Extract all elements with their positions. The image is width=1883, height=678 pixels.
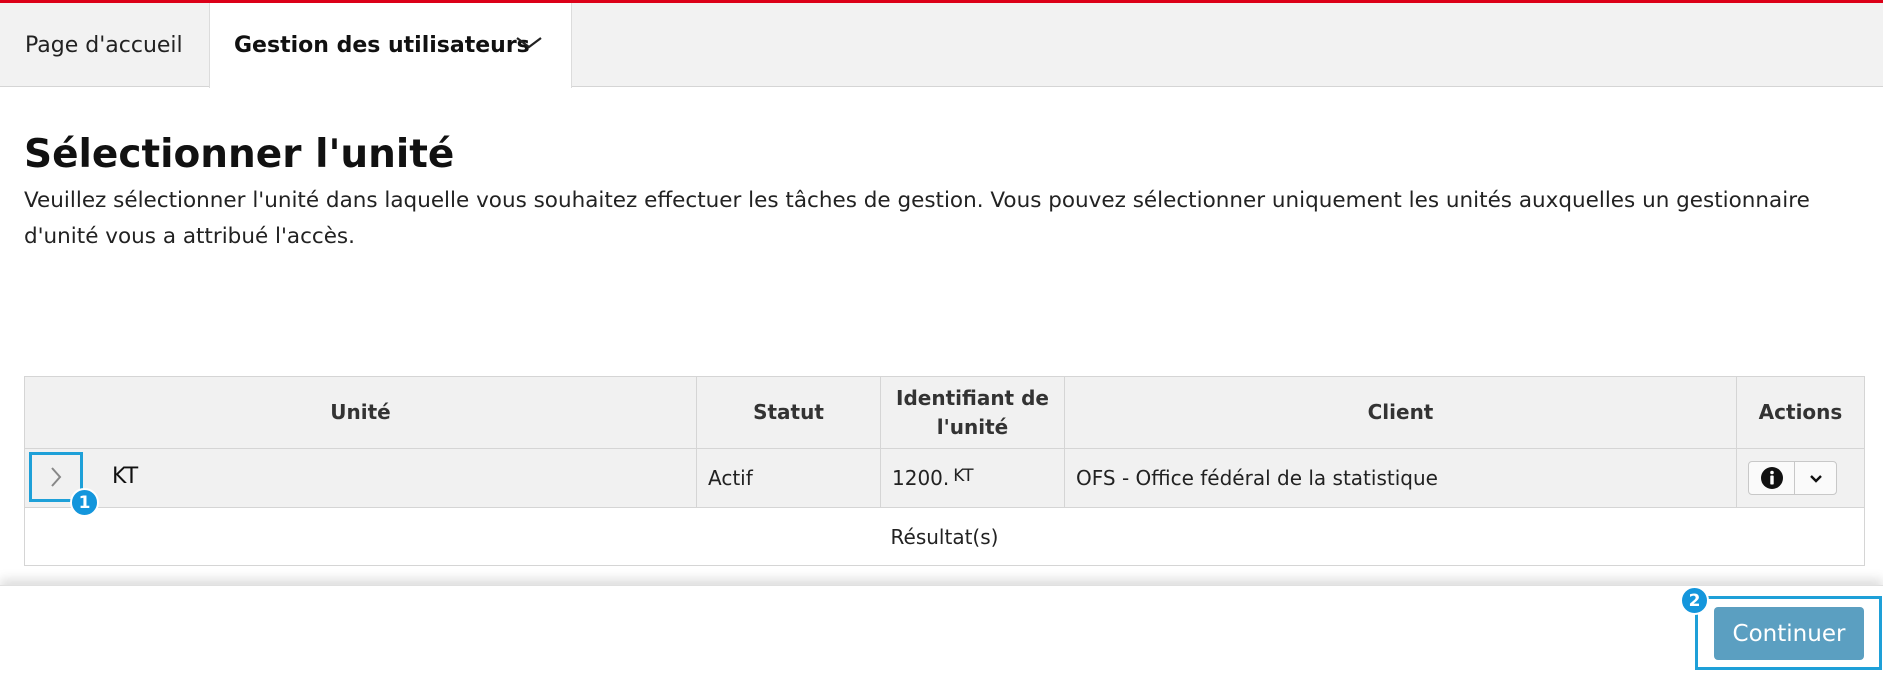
unit-id-code: KT (953, 466, 974, 486)
main-navigation: Page d'accueil Gestion des utilisateurs (0, 3, 1883, 88)
row-actions-group (1748, 461, 1837, 495)
unit-id-number: 1200. (892, 466, 950, 490)
result-count: Résultat(s) (890, 524, 999, 549)
nav-tab-home[interactable]: Page d'accueil (0, 3, 209, 87)
column-header-unit-id[interactable]: Identifiant de l'unité (880, 377, 1064, 448)
nav-tab-home-label: Page d'accueil (25, 32, 183, 58)
column-header-actions: Actions (1736, 377, 1864, 448)
table-header-row: Unité Statut Identifiant de l'unité Clie… (25, 377, 1864, 449)
cell-client: OFS - Office fédéral de la statistique (1064, 449, 1736, 507)
cell-unit-id: 1200. KT (880, 449, 1064, 507)
cell-actions (1736, 449, 1864, 507)
cell-status: Actif (696, 449, 880, 507)
page-description: Veuillez sélectionner l'unité dans laque… (24, 188, 1810, 249)
cell-unit: 1 KT (25, 449, 696, 517)
continue-highlight: Continuer (1695, 596, 1882, 670)
info-circle-icon (1760, 467, 1783, 489)
nav-tab-user-management[interactable]: Gestion des utilisateurs (209, 3, 572, 88)
units-table: Unité Statut Identifiant de l'unité Clie… (24, 376, 1865, 566)
table-row[interactable]: 1 KT Actif 1200. KT OFS - Office fédéral… (25, 449, 1864, 517)
info-button[interactable] (1749, 462, 1795, 494)
column-header-unit[interactable]: Unité (25, 377, 696, 448)
chevron-down-icon (1809, 474, 1822, 483)
chevron-right-icon (51, 467, 62, 487)
footer-bar: Continuer 2 (0, 585, 1883, 678)
unit-name: KT (112, 464, 139, 489)
nav-tab-user-management-label: Gestion des utilisateurs (234, 33, 530, 58)
actions-dropdown-button[interactable] (1795, 462, 1836, 494)
annotation-badge-2: 2 (1680, 586, 1709, 615)
column-header-status[interactable]: Statut (696, 377, 880, 448)
chevron-down-icon (516, 37, 542, 49)
continue-button[interactable]: Continuer (1714, 607, 1864, 660)
column-header-client[interactable]: Client (1064, 377, 1736, 448)
page-title: Sélectionner l'unité (24, 132, 455, 177)
